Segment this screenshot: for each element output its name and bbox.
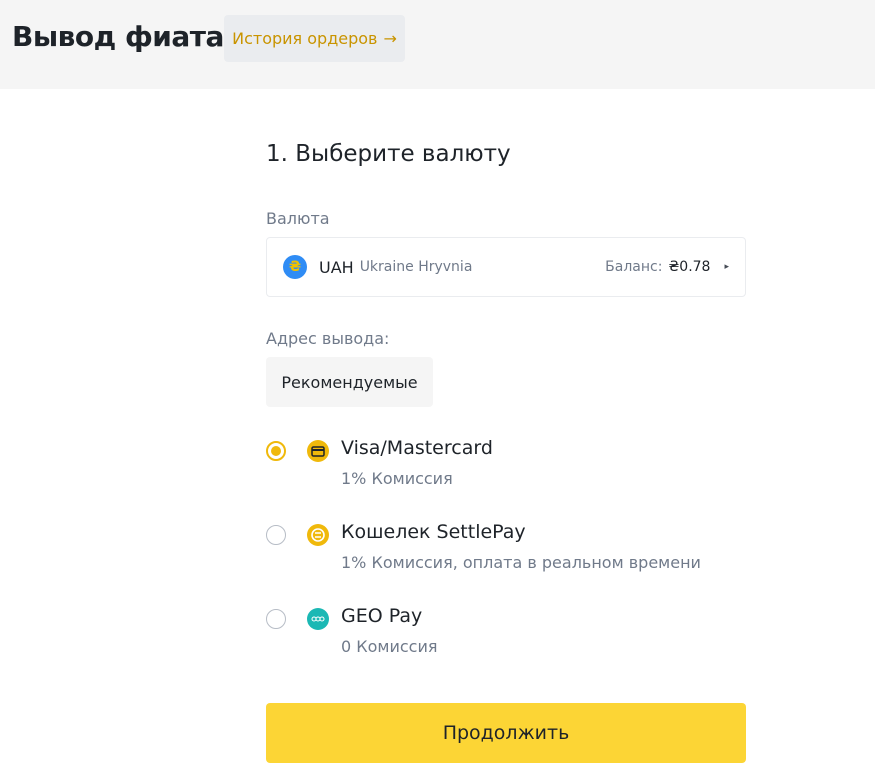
method-title: Кошелек SettlePay [341, 521, 526, 543]
continue-button[interactable]: Продолжить [266, 703, 746, 763]
radio-selected[interactable] [266, 441, 286, 461]
withdraw-address-label: Адрес вывода: [266, 329, 390, 348]
caret-right-icon: ▸ [724, 262, 729, 272]
radio-unselected[interactable] [266, 525, 286, 545]
payment-method-geo-pay[interactable]: GEO Pay 0 Комиссия [266, 605, 746, 665]
currency-select[interactable]: ₴ UAH Ukraine Hryvnia Баланс: ₴0.78 ▸ [266, 237, 746, 297]
method-fee: 0 Комиссия [341, 637, 438, 656]
card-icon [307, 440, 329, 462]
page-header: Вывод фиата История ордеров → [0, 0, 875, 89]
currency-code: UAH [319, 257, 354, 277]
method-title: Visa/Mastercard [341, 437, 493, 459]
method-title: GEO Pay [341, 605, 423, 627]
order-history-label: История ордеров [232, 29, 378, 48]
settlepay-icon [307, 524, 329, 546]
arrow-right-icon: → [383, 29, 397, 48]
geopay-icon [307, 608, 329, 630]
radio-unselected[interactable] [266, 609, 286, 629]
hryvnia-coin-icon: ₴ [283, 255, 307, 279]
currency-name: Ukraine Hryvnia [359, 259, 473, 275]
step-title: 1. Выберите валюту [266, 141, 511, 167]
payment-method-settlepay[interactable]: Кошелек SettlePay 1% Комиссия, оплата в … [266, 521, 746, 581]
page-title: Вывод фиата [12, 20, 224, 53]
order-history-button[interactable]: История ордеров → [224, 15, 405, 62]
balance-value: ₴0.78 [668, 259, 711, 275]
method-fee: 1% Комиссия [341, 469, 453, 488]
method-fee: 1% Комиссия, оплата в реальном времени [341, 553, 701, 572]
payment-method-visa-mastercard[interactable]: Visa/Mastercard 1% Комиссия [266, 437, 746, 497]
currency-label: Валюта [266, 209, 330, 228]
tab-recommended[interactable]: Рекомендуемые [266, 357, 433, 407]
balance-label: Баланс: [605, 259, 663, 275]
